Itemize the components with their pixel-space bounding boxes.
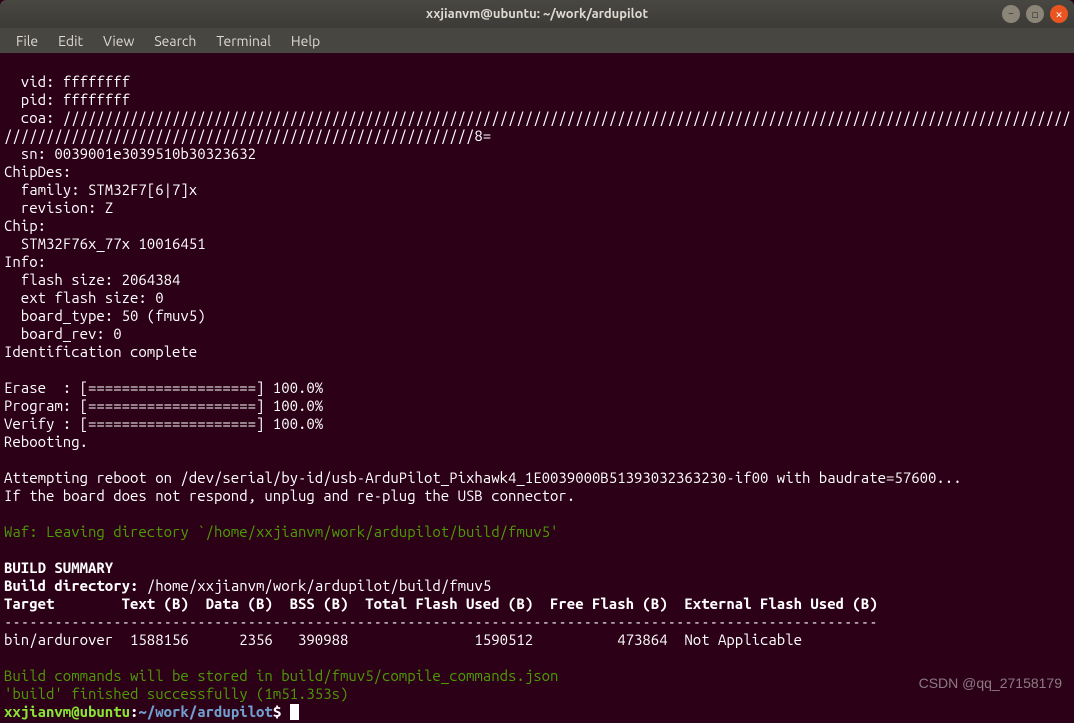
output-line: Verify : [====================] 100.0%	[4, 415, 323, 432]
output-line: ////////////////////////////////////////…	[4, 127, 491, 144]
output-line: STM32F76x_77x 10016451	[4, 235, 206, 252]
output-line: family: STM32F7[6|7]x	[4, 181, 197, 198]
prompt-user: xxjianvm@ubuntu	[4, 703, 130, 720]
output-line: vid: ffffffff	[4, 73, 130, 90]
menu-help[interactable]: Help	[281, 30, 330, 52]
window-titlebar: xxjianvm@ubuntu: ~/work/ardupilot – ◻ ✕	[0, 0, 1074, 28]
output-line: Info:	[4, 253, 46, 270]
output-line: Attempting reboot on /dev/serial/by-id/u…	[4, 469, 962, 486]
terminal-cursor	[290, 704, 299, 720]
output-line: ChipDes:	[4, 163, 71, 180]
output-line: pid: ffffffff	[4, 91, 130, 108]
prompt-colon: :	[130, 703, 138, 720]
maximize-button[interactable]: ◻	[1026, 5, 1044, 23]
window-title: xxjianvm@ubuntu: ~/work/ardupilot	[426, 7, 648, 21]
build-finished-line: 'build' finished successfully (1m51.353s…	[4, 685, 348, 702]
output-line: Identification complete	[4, 343, 197, 360]
prompt-path: ~/work/ardupilot	[138, 703, 272, 720]
output-line: Rebooting.	[4, 433, 88, 450]
output-line: board_rev: 0	[4, 325, 122, 342]
output-line: flash size: 2064384	[4, 271, 180, 288]
build-directory-label: Build directory:	[4, 577, 147, 594]
build-summary-heading: BUILD SUMMARY	[4, 559, 113, 576]
window-controls: – ◻ ✕	[1002, 5, 1068, 23]
menu-file[interactable]: File	[6, 30, 48, 52]
menu-view[interactable]: View	[93, 30, 144, 52]
output-line: revision: Z	[4, 199, 113, 216]
output-line: If the board does not respond, unplug an…	[4, 487, 575, 504]
output-line: sn: 0039001e3039510b30323632	[4, 145, 256, 162]
build-table-header: Target Text (B) Data (B) BSS (B) Total F…	[4, 595, 878, 612]
menu-edit[interactable]: Edit	[48, 30, 93, 52]
prompt-dollar: $	[273, 703, 290, 720]
build-table-row: bin/ardurover 1588156 2356 390988 159051…	[4, 631, 802, 648]
output-line: coa: ///////////////////////////////////…	[4, 109, 1071, 126]
menu-search[interactable]: Search	[144, 30, 206, 52]
close-button[interactable]: ✕	[1050, 5, 1068, 23]
watermark: CSDN @qq_27158179	[919, 675, 1062, 691]
output-line: Chip:	[4, 217, 46, 234]
output-line: Erase : [====================] 100.0%	[4, 379, 323, 396]
build-table-separator: ----------------------------------------…	[4, 613, 878, 630]
menu-bar: File Edit View Search Terminal Help	[0, 28, 1074, 53]
output-line: board_type: 50 (fmuv5)	[4, 307, 206, 324]
output-line: Program: [====================] 100.0%	[4, 397, 323, 414]
output-line: ext flash size: 0	[4, 289, 164, 306]
terminal-output[interactable]: vid: ffffffff pid: ffffffff coa: ///////…	[0, 53, 1074, 723]
build-commands-line: Build commands will be stored in build/f…	[4, 667, 558, 684]
build-directory-value: /home/xxjianvm/work/ardupilot/build/fmuv…	[147, 577, 491, 594]
output-waf-line: Waf: Leaving directory `/home/xxjianvm/w…	[4, 523, 558, 540]
menu-terminal[interactable]: Terminal	[206, 30, 281, 52]
minimize-button[interactable]: –	[1002, 5, 1020, 23]
